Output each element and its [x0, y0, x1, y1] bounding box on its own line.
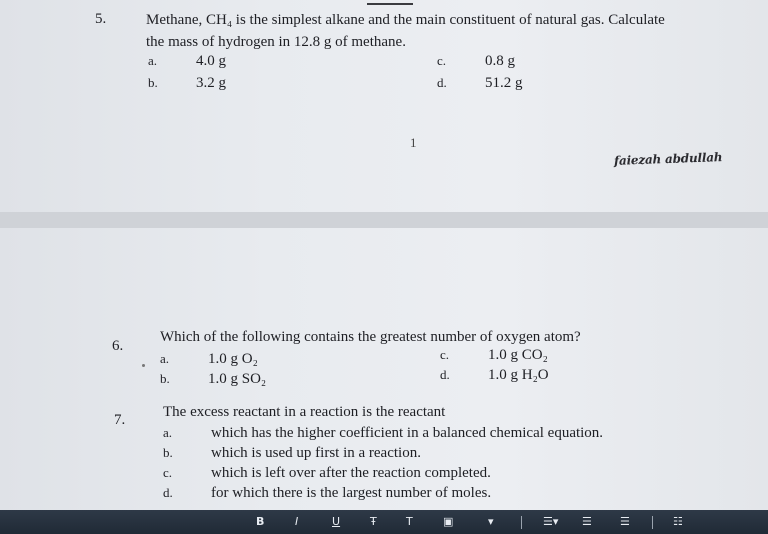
italic-icon[interactable]: I: [295, 515, 298, 529]
q6-option-c: c. 1.0 g CO₂: [440, 347, 548, 364]
q7-option-d-text: for which there is the largest number of…: [211, 485, 492, 501]
toolbar-separator: [521, 516, 522, 529]
q7-option-c: c. which is left over after the reaction …: [163, 465, 491, 482]
stray-mark: [142, 364, 145, 367]
bold-icon[interactable]: B: [256, 515, 264, 529]
q6-option-a: a. 1.0 g O₂: [160, 351, 258, 368]
q6-option-b-text: 1.0 g SO₂: [208, 371, 267, 387]
q6-option-d: d. 1.0 g H₂O: [440, 367, 549, 384]
question-5-line-1: Methane, CH₄ is the simplest alkane and …: [146, 12, 665, 28]
q5-option-a-text: 4.0 g: [196, 53, 226, 69]
author-signature: faiezah abdullah: [613, 150, 723, 168]
q5-option-b-text: 3.2 g: [196, 75, 226, 91]
q5-option-c-letter: c.: [437, 53, 447, 68]
q6-option-c-letter: c.: [440, 347, 450, 362]
q5-option-d-text: 51.2 g: [485, 75, 523, 91]
q6-option-b: b. 1.0 g SO₂: [160, 371, 266, 388]
question-7-text: The excess reactant in a reaction is the…: [163, 404, 446, 420]
q6-option-c-text: 1.0 g CO₂: [488, 347, 548, 363]
underline-icon[interactable]: U: [332, 515, 340, 529]
q7-option-a-letter: a.: [163, 425, 173, 440]
question-5-line-2: the mass of hydrogen in 12.8 g of methan…: [146, 34, 406, 50]
q5-option-c: c. 0.8 g: [437, 53, 515, 70]
question-7-number: 7.: [114, 412, 126, 428]
strikethrough-icon[interactable]: Ŧ: [370, 515, 377, 529]
q7-option-b-text: which is used up first in a reaction.: [211, 445, 421, 461]
align-left-icon[interactable]: ☰: [582, 515, 592, 529]
q6-option-b-letter: b.: [160, 371, 170, 386]
q5-option-b: b. 3.2 g: [148, 75, 226, 92]
q7-option-a: a. which has the higher coefficient in a …: [163, 425, 603, 442]
q5-option-c-text: 0.8 g: [485, 53, 515, 69]
highlight-icon[interactable]: ▣: [443, 515, 453, 529]
page-gap: [0, 212, 768, 228]
question-5-number: 5.: [95, 11, 107, 27]
formatting-toolbar: B I U Ŧ T ▣ ▾ ☰▾ ☰ ☰ ☷: [0, 510, 768, 534]
question-6-text: Which of the following contains the grea…: [160, 329, 581, 345]
q6-option-d-letter: d.: [440, 367, 450, 382]
q6-option-d-text: 1.0 g H₂O: [488, 367, 549, 383]
q7-option-d-letter: d.: [163, 485, 173, 500]
q7-option-a-text: which has the higher coefficient in a ba…: [211, 425, 604, 441]
line-spacing-icon[interactable]: ☰▾: [543, 515, 558, 529]
document-page-2: 6. Which of the following contains the g…: [0, 228, 768, 510]
align-right-icon[interactable]: ☷: [673, 515, 683, 529]
q5-option-b-letter: b.: [148, 75, 158, 90]
q7-option-b: b. which is used up first in a reaction.: [163, 445, 421, 462]
q7-option-b-letter: b.: [163, 445, 173, 460]
q5-option-a-letter: a.: [148, 53, 158, 68]
q6-option-a-letter: a.: [160, 351, 170, 366]
text-color-icon[interactable]: T: [406, 515, 413, 529]
page-number: 1: [410, 135, 417, 150]
page-top-mark: [367, 3, 413, 5]
q5-option-d-letter: d.: [437, 75, 447, 90]
q5-option-d: d. 51.2 g: [437, 75, 523, 92]
dropdown-icon[interactable]: ▾: [488, 515, 494, 529]
q6-option-a-text: 1.0 g O₂: [208, 351, 258, 367]
document-page-1: 5. Methane, CH₄ is the simplest alkane a…: [0, 0, 768, 212]
toolbar-separator: [652, 516, 653, 529]
question-6-number: 6.: [112, 338, 124, 354]
q5-option-a: a. 4.0 g: [148, 53, 226, 70]
q7-option-d: d. for which there is the largest number …: [163, 485, 491, 502]
q7-option-c-text: which is left over after the reaction co…: [211, 465, 491, 481]
q7-option-c-letter: c.: [163, 465, 173, 480]
align-center-icon[interactable]: ☰: [620, 515, 630, 529]
